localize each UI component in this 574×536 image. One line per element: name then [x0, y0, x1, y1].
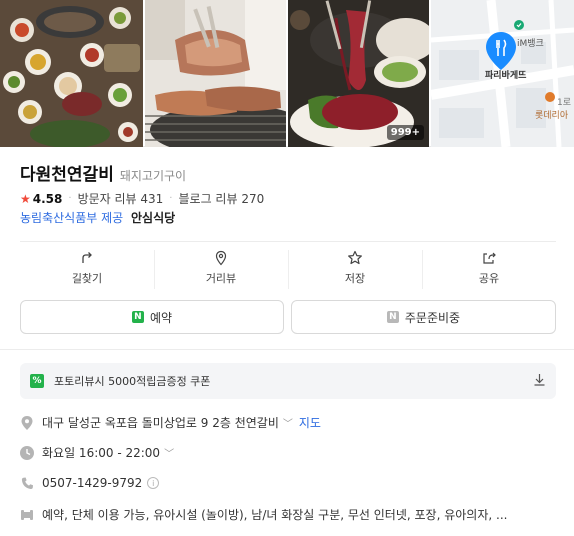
safe-restaurant-badge: 안심식당	[131, 211, 176, 225]
section-divider	[0, 349, 574, 350]
location-pin-icon	[215, 250, 227, 265]
action-bar: 길찾기 거리뷰 저장 공유	[20, 241, 556, 293]
map-label-bank: iM뱅크	[517, 39, 544, 49]
place-name: 다원천연갈비	[20, 165, 114, 185]
street-view-label: 거리뷰	[205, 271, 237, 285]
coupon-percent-icon: %	[30, 374, 44, 388]
directions-button[interactable]: 길찾기	[20, 242, 154, 293]
directions-label: 길찾기	[71, 271, 103, 285]
map-thumbnail[interactable]: iM뱅크 파리바게뜨 롯데리아 1로	[431, 0, 574, 147]
separator-dot: ·	[169, 193, 173, 204]
share-icon	[483, 252, 496, 264]
address-text: 대구 달성군 옥포읍 돌미상업로 9 2층 천연갈비	[42, 416, 279, 430]
amenities-icon	[20, 508, 34, 522]
provider-row: 농림축산식품부 제공 안심식당	[20, 209, 175, 226]
amenities-row: 예약, 단체 이용 가능, 유아시설 (놀이방), 남/녀 화장실 구분, 무선…	[20, 506, 560, 523]
star-icon: ★	[20, 191, 31, 206]
chevron-down-icon[interactable]: ﹀	[283, 415, 293, 430]
share-label: 공유	[478, 271, 500, 285]
share-button[interactable]: 공유	[422, 242, 556, 293]
map-pin-icon	[486, 32, 516, 74]
rating-row: ★ 4.58 · 방문자 리뷰 431 · 블로그 리뷰 270	[20, 190, 264, 207]
phone-row: 0507-1429-9792 i	[20, 476, 560, 490]
photo-strip: 999+ iM뱅크 파리바게뜨 롯데리아 1로	[0, 0, 574, 147]
info-icon[interactable]: i	[147, 477, 160, 489]
download-icon[interactable]	[533, 373, 546, 389]
food-photo-2[interactable]	[145, 0, 286, 147]
save-button[interactable]: 저장	[288, 242, 422, 293]
place-title-row: 다원천연갈비 돼지고기구이	[20, 160, 186, 185]
map-poi-icon	[545, 92, 555, 105]
directions-icon	[82, 251, 92, 263]
phone-text[interactable]: 0507-1429-9792	[42, 476, 142, 490]
star-outline-icon	[348, 250, 362, 264]
phone-icon	[20, 476, 34, 490]
coupon-text: 포토리뷰시 5000적립금증정 쿠폰	[54, 375, 211, 388]
clock-icon	[20, 445, 34, 460]
food-photo-3[interactable]: 999+	[288, 0, 429, 147]
reserve-button[interactable]: N 예약	[20, 300, 284, 334]
map-link[interactable]: 지도	[299, 414, 321, 431]
hours-row: 화요일 16:00 - 22:00 ﹀	[20, 444, 560, 461]
separator-dot: ·	[68, 193, 72, 204]
order-label: 주문준비중	[404, 310, 461, 325]
photo-count-badge[interactable]: 999+	[386, 125, 424, 140]
hours-text[interactable]: 화요일 16:00 - 22:00	[42, 444, 160, 461]
naver-order-icon: N	[386, 311, 399, 323]
location-icon	[20, 415, 34, 430]
provider-link[interactable]: 농림축산식품부 제공	[20, 211, 123, 225]
map-label-store2: 롯데리아	[535, 111, 569, 121]
map-label-road: 1로	[557, 98, 572, 108]
reserve-label: 예약	[149, 310, 173, 325]
chevron-down-icon[interactable]: ﹀	[164, 445, 174, 460]
visitor-reviews-link[interactable]: 방문자 리뷰 431	[78, 190, 164, 207]
coupon-banner[interactable]: % 포토리뷰시 5000적립금증정 쿠폰	[20, 363, 556, 399]
naver-booking-icon: N	[131, 311, 144, 323]
amenities-text: 예약, 단체 이용 가능, 유아시설 (놀이방), 남/녀 화장실 구분, 무선…	[42, 508, 508, 522]
address-row: 대구 달성군 옥포읍 돌미상업로 9 2층 천연갈비 ﹀ 지도	[20, 414, 560, 431]
place-category: 돼지고기구이	[119, 169, 187, 183]
save-label: 저장	[344, 271, 366, 285]
street-view-button[interactable]: 거리뷰	[154, 242, 288, 293]
rating-score: 4.58	[32, 191, 63, 206]
order-button[interactable]: N 주문준비중	[291, 300, 556, 334]
food-photo-1[interactable]	[0, 0, 143, 147]
blog-reviews-link[interactable]: 블로그 리뷰 270	[178, 190, 264, 207]
